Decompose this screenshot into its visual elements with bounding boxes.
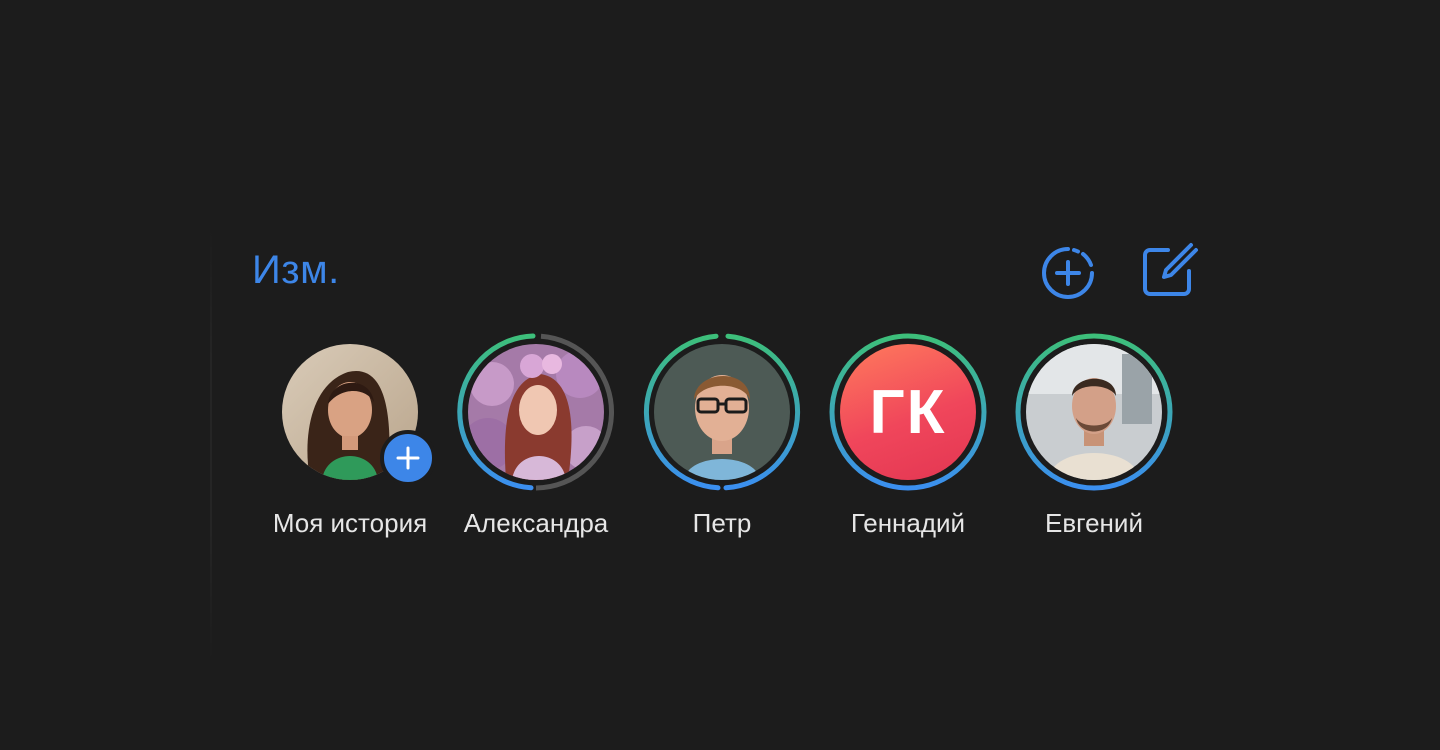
plus-icon[interactable] [380,430,436,486]
edit-button[interactable]: Изм. [252,248,340,293]
avatar-initials: ГК [840,344,976,480]
story-item-gennadiy[interactable]: ГК Геннадий [818,332,998,552]
panel-divider [210,225,212,665]
story-item-evgeniy[interactable]: Евгений [1004,332,1184,552]
avatar [654,344,790,480]
add-circle-dashed-icon[interactable] [1038,243,1098,303]
avatar: ГК [840,344,976,480]
compose-icon[interactable] [1138,240,1200,302]
story-item-alexandra[interactable]: Александра [446,332,626,552]
story-item-petr[interactable]: Петр [632,332,812,552]
story-name: Евгений [1045,508,1143,538]
avatar [1026,344,1162,480]
avatar [468,344,604,480]
story-item-my-story[interactable]: Моя история [260,332,440,552]
